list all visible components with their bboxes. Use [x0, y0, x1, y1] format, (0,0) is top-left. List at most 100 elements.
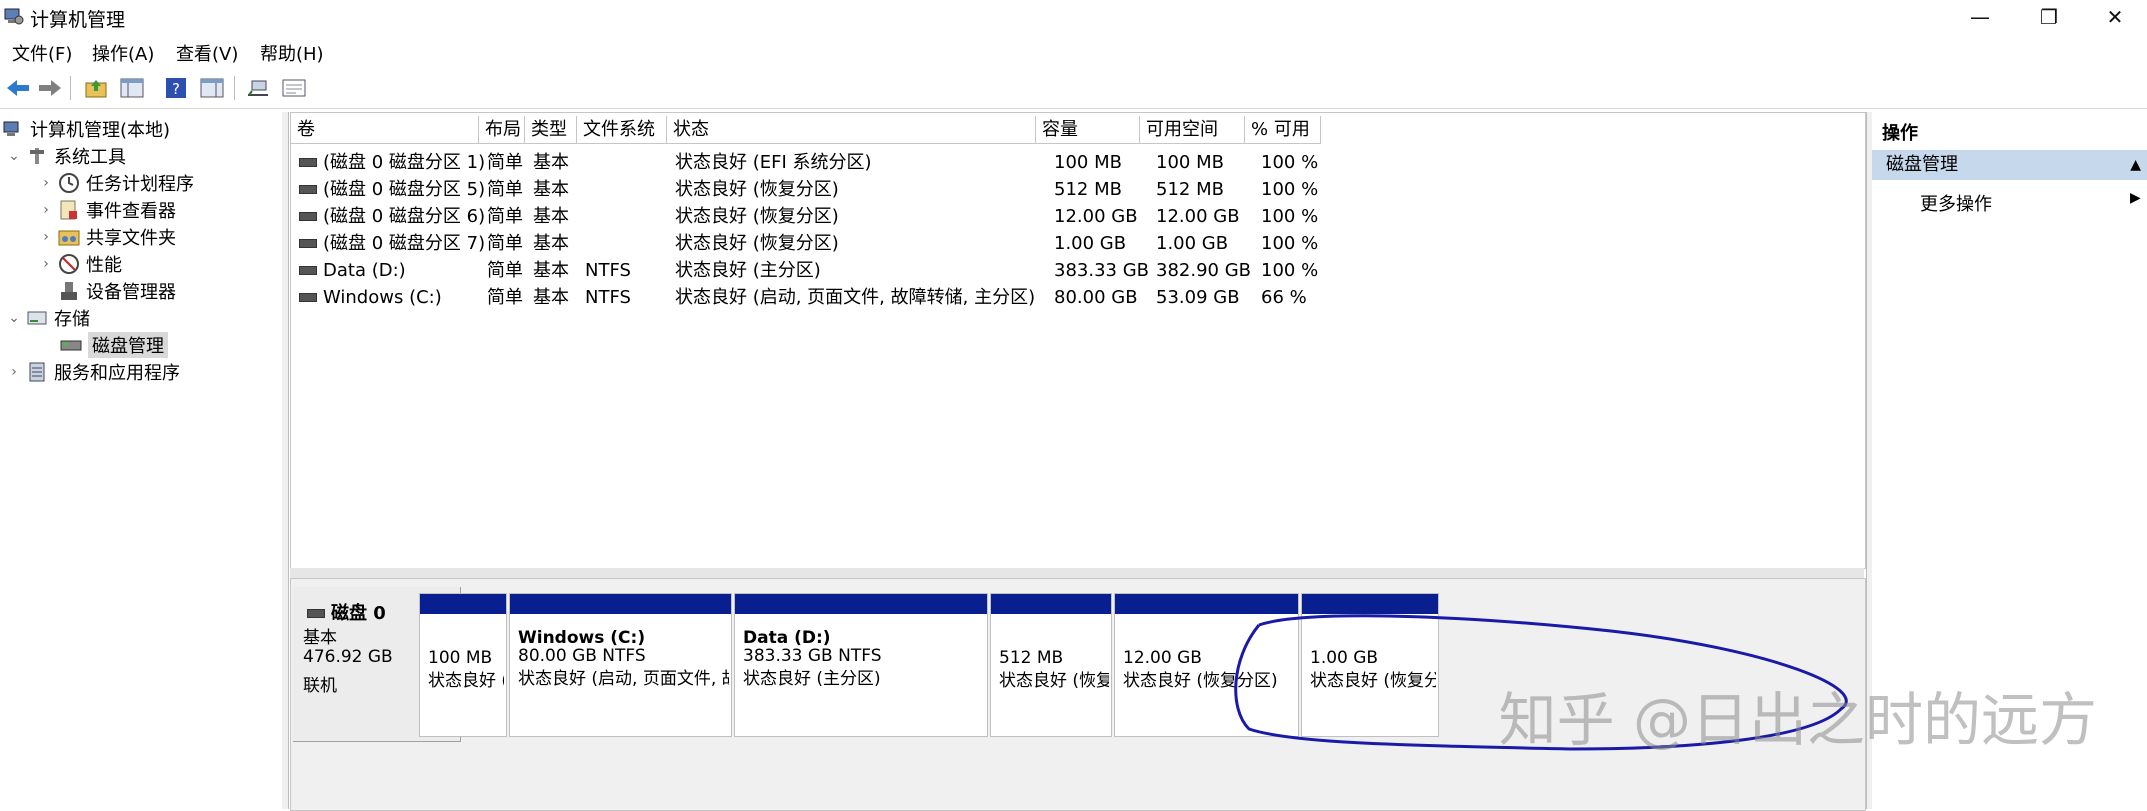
column-header-filesystem[interactable]: 文件系统	[577, 116, 667, 144]
console-icon[interactable]	[280, 74, 308, 102]
partition-line2: 状态良好 (启动, 页面文件, 故障转储,	[518, 669, 729, 689]
properties-icon[interactable]	[198, 74, 226, 102]
partition-line1: 512 MB	[999, 648, 1064, 668]
column-header-percent-free[interactable]: % 可用	[1245, 116, 1321, 144]
tree-item-task-scheduler[interactable]: › 任务计划程序	[38, 170, 194, 196]
menu-action[interactable]: 操作(A)	[92, 40, 154, 66]
table-row[interactable]: (磁盘 0 磁盘分区 6) 简单 基本 状态良好 (恢复分区) 12.00 GB 12.0…	[291, 203, 1865, 230]
connect-icon[interactable]	[244, 74, 272, 102]
column-header-free-space[interactable]: 可用空间	[1140, 116, 1245, 144]
column-header-type[interactable]: 类型	[525, 116, 577, 144]
table-row[interactable]: Windows (C:) 简单 基本 NTFS 状态良好 (启动, 页面文件, 故障转储…	[291, 284, 1865, 311]
tools-icon	[26, 145, 48, 167]
partition-line1: 80.00 GB NTFS	[518, 646, 646, 666]
column-header-capacity[interactable]: 容量	[1036, 116, 1140, 144]
show-hide-tree-icon[interactable]	[118, 74, 146, 102]
navigation-tree: 计算机管理(本地) ⌄ 系统工具 › 任务计划程序 › 事件查看器 › 共享文件…	[0, 112, 283, 809]
table-row[interactable]: Data (D:) 简单 基本 NTFS 状态良好 (主分区) 383.33 GB 382.…	[291, 257, 1865, 284]
volume-name-cell: (磁盘 0 磁盘分区 5)	[295, 176, 485, 203]
partition-block[interactable]: Data (D:) 383.33 GB NTFS 状态良好 (主分区)	[734, 593, 988, 737]
tree-item-root[interactable]: 计算机管理(本地)	[2, 116, 170, 142]
chevron-right-icon[interactable]: ›	[6, 364, 22, 380]
svg-text:?: ?	[172, 80, 180, 98]
partition-block[interactable]: 1.00 GB 状态良好 (恢复分区)	[1301, 593, 1439, 737]
more-actions-link[interactable]: 更多操作	[1920, 190, 1992, 216]
up-folder-icon[interactable]	[82, 74, 110, 102]
partition-block[interactable]: Windows (C:) 80.00 GB NTFS 状态良好 (启动, 页面文件,…	[509, 593, 732, 737]
chevron-right-icon[interactable]: ›	[38, 229, 54, 245]
pane-splitter[interactable]	[282, 112, 289, 809]
actions-section-disk-management[interactable]: 磁盘管理 ▲	[1872, 150, 2147, 180]
tree-item-device-manager[interactable]: 设备管理器	[54, 278, 176, 304]
cell-free: 512 MB	[1156, 179, 1224, 200]
cell-free: 100 MB	[1156, 152, 1224, 173]
partition-block[interactable]: 12.00 GB 状态良好 (恢复分区)	[1114, 593, 1299, 737]
tree-item-shared-folders[interactable]: › 共享文件夹	[38, 224, 176, 250]
volume-name-cell: Data (D:)	[295, 257, 406, 284]
view-splitter[interactable]	[290, 568, 1864, 578]
cell-capacity: 80.00 GB	[1054, 287, 1138, 308]
volume-name-cell: (磁盘 0 磁盘分区 6)	[295, 203, 485, 230]
cell-free: 53.09 GB	[1156, 287, 1240, 308]
chevron-down-icon[interactable]: ⌄	[6, 148, 22, 164]
chevron-right-icon[interactable]: ›	[38, 256, 54, 272]
help-icon[interactable]: ?	[162, 74, 190, 102]
tree-label: 存储	[54, 309, 90, 330]
volume-list-header: 卷 布局 类型 文件系统 状态 容量 可用空间 % 可用	[291, 116, 1865, 146]
partition-line2: 状态良好 (恢复分▯	[999, 671, 1109, 691]
tree-label: 性能	[86, 255, 122, 276]
partition-band	[510, 594, 731, 614]
partition-line2: 状态良好 (恢复分区)	[1123, 671, 1278, 691]
tree-item-event-viewer[interactable]: › 事件查看器	[38, 197, 176, 223]
close-button[interactable]: ✕	[2083, 0, 2147, 34]
partition-band	[1302, 594, 1438, 614]
restore-button[interactable]: ❐	[2017, 0, 2081, 34]
volume-icon	[299, 238, 317, 248]
volume-icon	[299, 184, 317, 194]
cell-status: 状态良好 (EFI 系统分区)	[675, 152, 872, 173]
actions-header: 操作	[1882, 123, 1918, 144]
partition-band	[1115, 594, 1298, 614]
toolbar-separator	[70, 76, 71, 100]
table-row[interactable]: (磁盘 0 磁盘分区 7) 简单 基本 状态良好 (恢复分区) 1.00 GB 1.00 …	[291, 230, 1865, 257]
menu-file[interactable]: 文件(F)	[12, 40, 72, 66]
cell-layout: 简单	[487, 179, 523, 200]
partition-block[interactable]: 100 MB 状态良好 (EF	[419, 593, 507, 737]
cell-type: 基本	[533, 152, 569, 173]
volume-name: (磁盘 0 磁盘分区 1)	[323, 152, 486, 173]
chevron-right-icon[interactable]: ›	[38, 175, 54, 191]
toolbar: ?	[0, 68, 2147, 109]
menu-view[interactable]: 查看(V)	[176, 40, 238, 66]
tree-item-performance[interactable]: › 性能	[38, 251, 122, 277]
disk-icon	[60, 334, 82, 356]
menu-help[interactable]: 帮助(H)	[260, 40, 324, 66]
table-row[interactable]: (磁盘 0 磁盘分区 1) 简单 基本 状态良好 (EFI 系统分区) 100 MB 10…	[291, 149, 1865, 176]
cell-pct: 100 %	[1261, 233, 1319, 254]
performance-icon	[58, 253, 80, 275]
cell-layout: 简单	[487, 206, 523, 227]
cell-status: 状态良好 (恢复分区)	[675, 233, 839, 254]
tree-item-system-tools[interactable]: ⌄ 系统工具	[6, 143, 126, 169]
volume-icon	[299, 157, 317, 167]
cell-layout: 简单	[487, 152, 523, 173]
collapse-up-icon[interactable]: ▲	[2130, 150, 2141, 180]
partition-block[interactable]: 512 MB 状态良好 (恢复分▯	[990, 593, 1112, 737]
title-bar: 计算机管理 — ❐ ✕	[0, 0, 2147, 34]
tree-item-storage[interactable]: ⌄ 存储	[6, 305, 90, 331]
volume-icon	[299, 265, 317, 275]
minimize-button[interactable]: —	[1948, 0, 2012, 34]
tree-item-services-apps[interactable]: › 服务和应用程序	[6, 359, 180, 385]
shared-folder-icon	[58, 226, 80, 248]
volume-name: (磁盘 0 磁盘分区 7)	[323, 233, 486, 254]
chevron-right-icon[interactable]: ›	[38, 202, 54, 218]
back-icon[interactable]	[4, 74, 32, 102]
table-row[interactable]: (磁盘 0 磁盘分区 5) 简单 基本 状态良好 (恢复分区) 512 MB 512 MB…	[291, 176, 1865, 203]
cell-pct: 66 %	[1261, 287, 1307, 308]
chevron-down-icon[interactable]: ⌄	[6, 310, 22, 326]
column-header-volume[interactable]: 卷	[291, 116, 479, 144]
partition-band	[735, 594, 987, 614]
forward-icon[interactable]	[36, 74, 64, 102]
tree-item-disk-management[interactable]: 磁盘管理	[54, 332, 168, 358]
column-header-layout[interactable]: 布局	[479, 116, 525, 144]
column-header-status[interactable]: 状态	[667, 116, 1036, 144]
